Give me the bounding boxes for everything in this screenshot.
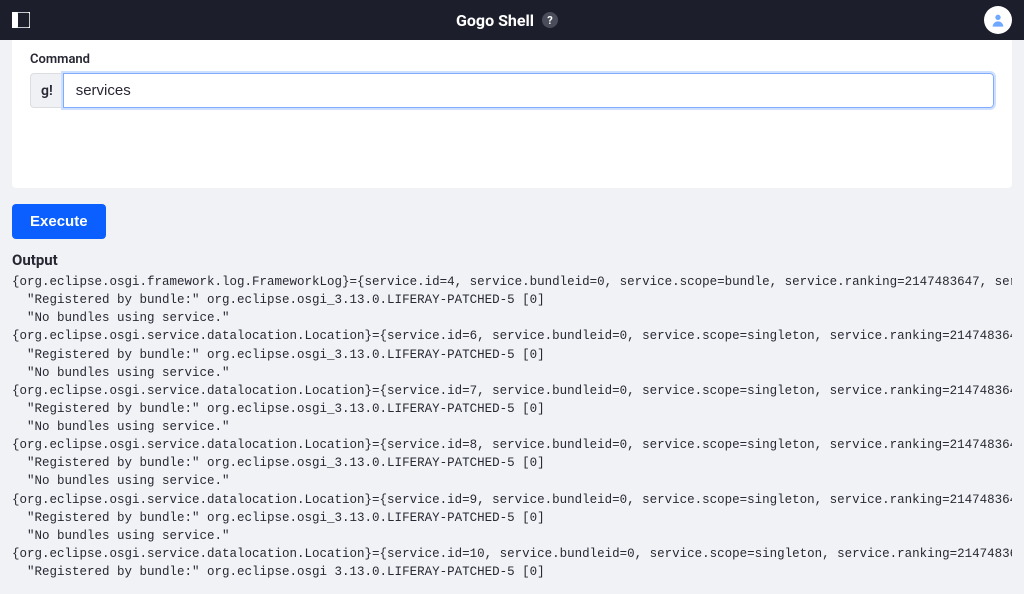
topbar-center: Gogo Shell ? bbox=[456, 11, 558, 30]
command-input[interactable] bbox=[63, 73, 994, 108]
user-avatar[interactable] bbox=[984, 6, 1012, 34]
output-section: Output {org.eclipse.osgi.framework.log.F… bbox=[12, 251, 1012, 581]
help-icon[interactable]: ? bbox=[542, 12, 558, 28]
topbar-right bbox=[984, 6, 1012, 34]
sidebar-toggle-icon[interactable] bbox=[12, 12, 30, 28]
page-title: Gogo Shell bbox=[456, 11, 534, 30]
output-title: Output bbox=[12, 251, 1012, 269]
topbar: Gogo Shell ? bbox=[0, 0, 1024, 40]
shell-prompt: g! bbox=[30, 73, 63, 108]
output-content: {org.eclipse.osgi.framework.log.Framewor… bbox=[12, 273, 1012, 581]
command-row: g! bbox=[30, 73, 994, 108]
command-panel: Command g! bbox=[12, 40, 1012, 188]
command-label: Command bbox=[30, 52, 994, 67]
execute-button[interactable]: Execute bbox=[12, 204, 106, 239]
topbar-left bbox=[12, 12, 30, 28]
